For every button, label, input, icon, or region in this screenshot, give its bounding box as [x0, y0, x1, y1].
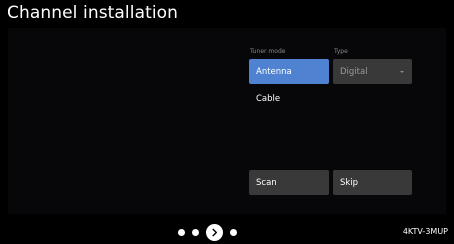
type-label: Type	[334, 48, 348, 55]
skip-button[interactable]: Skip	[333, 170, 412, 195]
tuner-option-cable-label: Cable	[256, 93, 281, 104]
next-step-button[interactable]	[206, 223, 223, 241]
tuner-option-antenna-label: Antenna	[256, 66, 292, 77]
step-dot-4	[230, 228, 237, 236]
chevron-right-icon	[212, 228, 218, 236]
step-pager	[178, 223, 244, 241]
type-dropdown[interactable]: Digital	[333, 59, 412, 84]
type-dropdown-value: Digital	[340, 66, 368, 77]
tuner-mode-label: Tuner mode	[250, 48, 286, 55]
caret-down-icon	[400, 70, 404, 73]
channel-installation-screen: Channel installation Tuner mode Type Ant…	[0, 0, 454, 244]
page-title: Channel installation	[7, 3, 179, 23]
step-dot-1	[178, 228, 185, 236]
scan-button[interactable]: Scan	[249, 170, 329, 195]
model-number: 4KTV-3MUP	[402, 227, 448, 236]
step-dot-2	[192, 228, 199, 236]
tuner-option-antenna[interactable]: Antenna	[249, 59, 329, 84]
tuner-option-cable[interactable]: Cable	[249, 88, 329, 109]
